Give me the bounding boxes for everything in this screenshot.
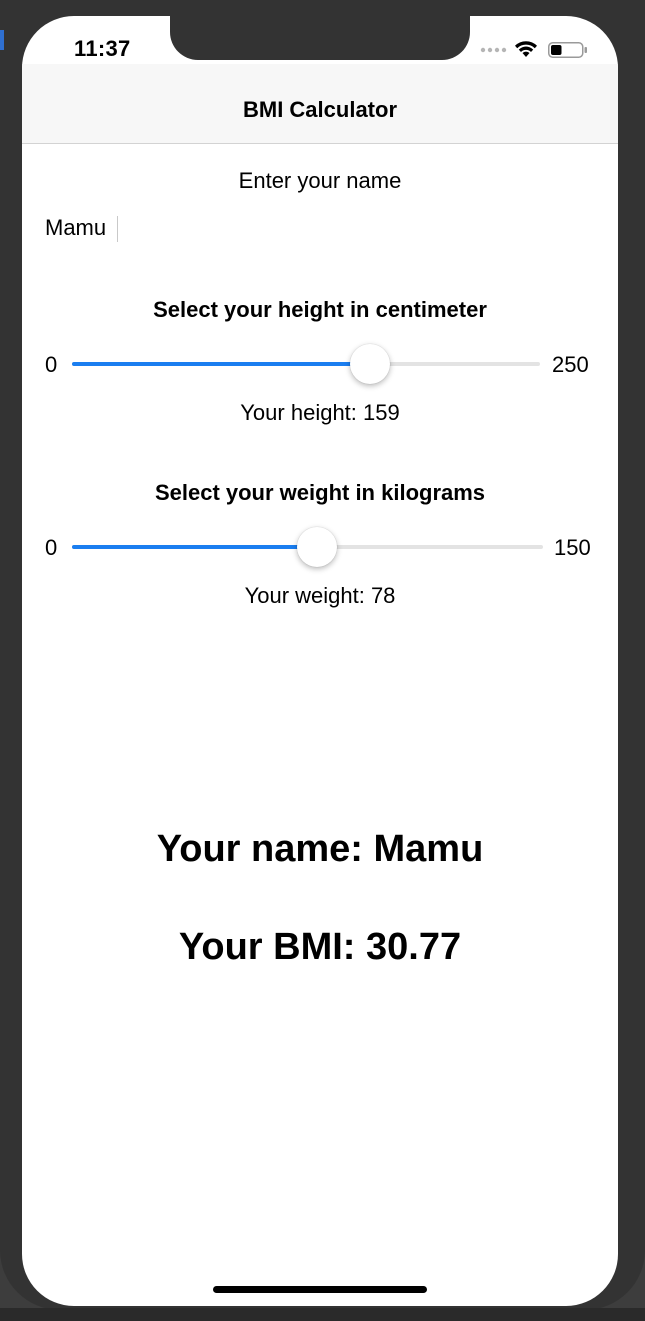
weight-min-label: 0 (45, 535, 58, 560)
wifi-icon (515, 41, 537, 57)
status-time: 11:37 (74, 36, 131, 61)
weight-slider-fill (72, 545, 317, 549)
device-bottom-strip (0, 1308, 645, 1321)
name-input[interactable] (45, 212, 345, 244)
height-readout: Your height: 159 (240, 400, 400, 425)
battery-icon (548, 42, 587, 58)
weight-slider[interactable] (72, 527, 543, 567)
phone-screen: 11:37 BMI Calculator Enter your name Sel… (22, 16, 618, 1306)
name-prompt-label: Enter your name (238, 168, 402, 193)
weight-slider-thumb[interactable] (297, 527, 337, 567)
notch (170, 16, 470, 60)
height-slider[interactable] (72, 344, 540, 384)
signal-icon (480, 47, 507, 53)
height-heading: Select your height in centimeter (153, 297, 487, 322)
weight-readout: Your weight: 78 (244, 583, 396, 608)
text-caret (117, 216, 118, 242)
background-edge (0, 30, 4, 50)
nav-title: BMI Calculator (242, 97, 398, 122)
height-max-label: 250 (552, 352, 589, 377)
height-min-label: 0 (45, 352, 58, 377)
height-slider-thumb[interactable] (350, 344, 390, 384)
home-indicator[interactable] (213, 1286, 427, 1293)
weight-heading: Select your weight in kilograms (154, 480, 486, 505)
height-slider-fill (72, 362, 370, 366)
weight-max-label: 150 (554, 535, 591, 560)
result-name: Your name: Mamu (156, 828, 484, 870)
navigation-bar: BMI Calculator (22, 64, 618, 144)
result-bmi: Your BMI: 30.77 (178, 926, 462, 968)
